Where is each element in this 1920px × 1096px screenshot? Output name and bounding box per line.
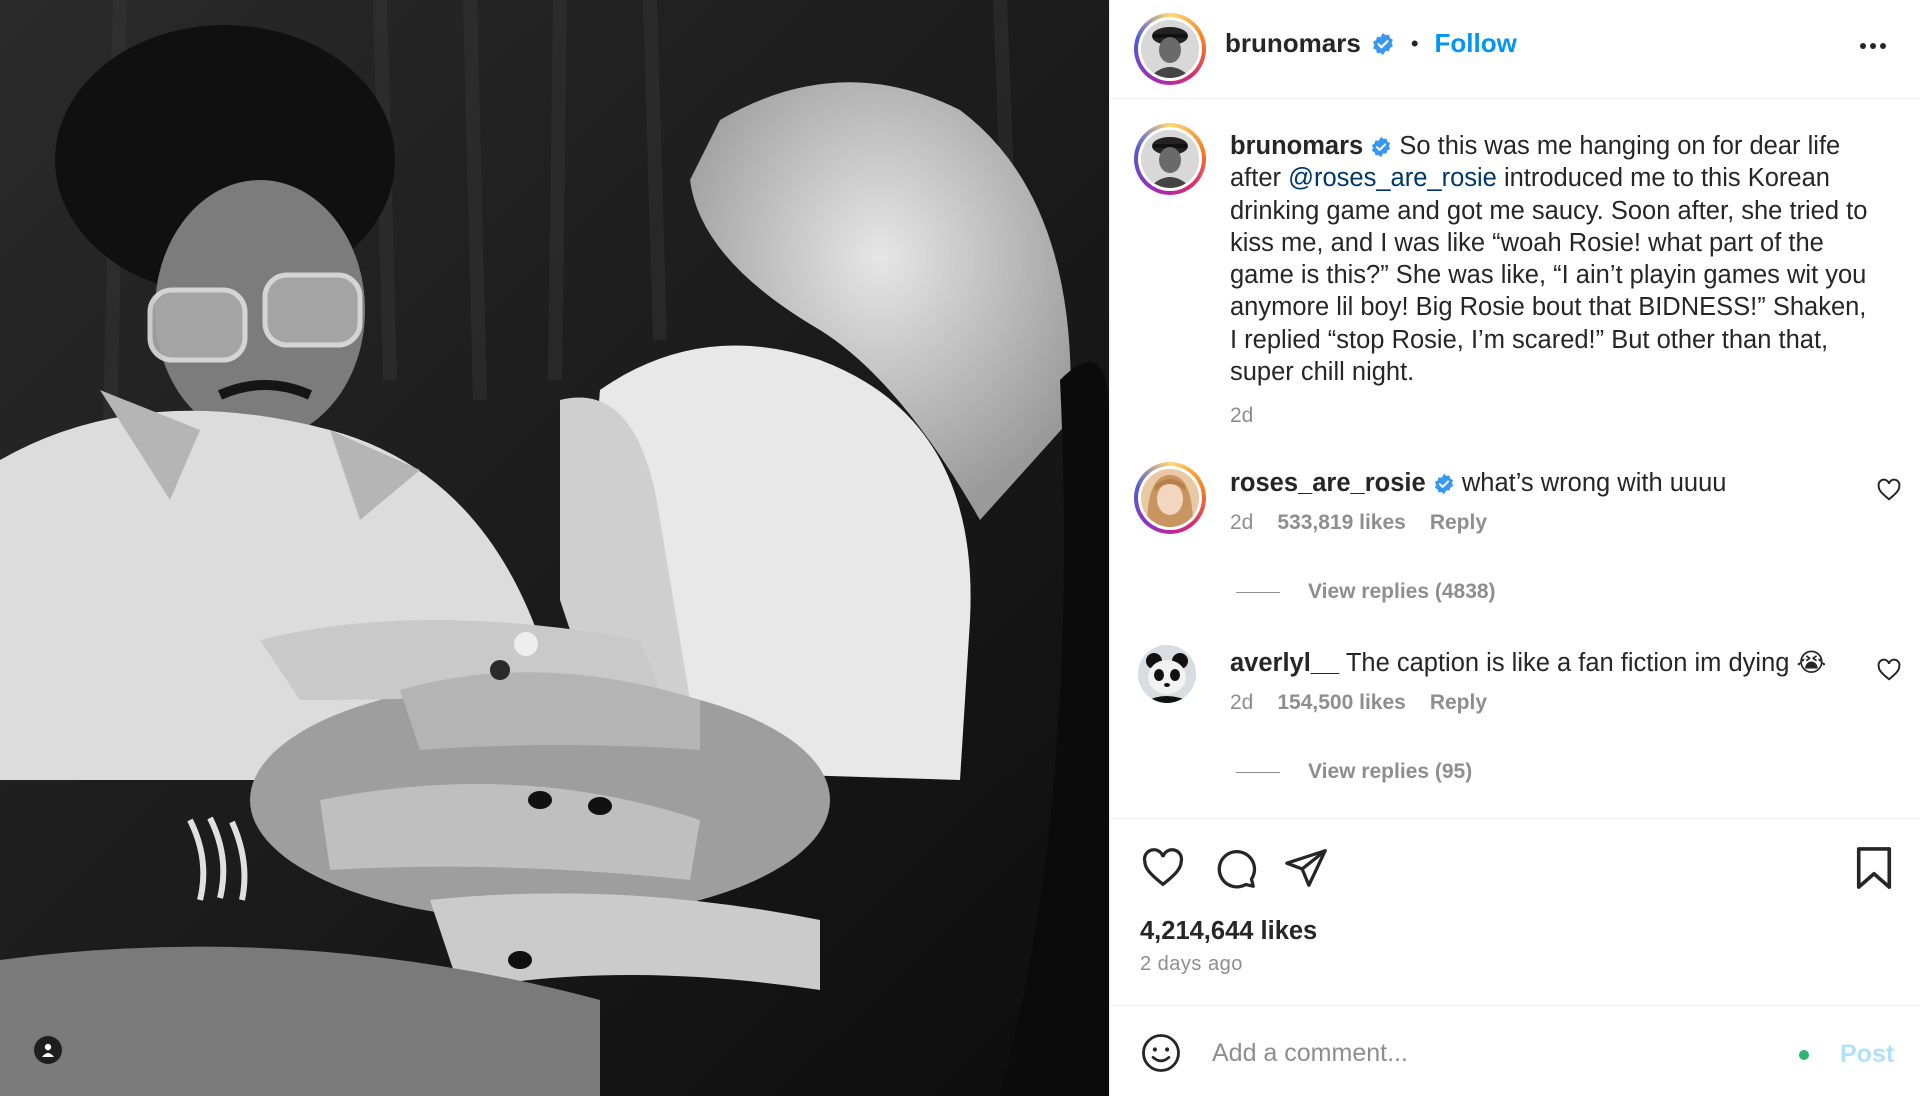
comment-meta: 2d 533,819 likes Reply bbox=[1230, 511, 1487, 535]
like-button[interactable] bbox=[1140, 845, 1186, 896]
more-options-button[interactable] bbox=[1857, 30, 1889, 67]
author-avatar[interactable] bbox=[1134, 13, 1206, 85]
comment-body: what’s wrong with uuuu bbox=[1461, 469, 1727, 497]
caption-mention-link[interactable]: @roses_are_rosie bbox=[1288, 164, 1497, 192]
comment-meta: 2d 154,500 likes Reply bbox=[1230, 691, 1487, 715]
view-replies-label: View replies (4838) bbox=[1308, 580, 1496, 603]
comment-username[interactable]: averlyl__ bbox=[1230, 649, 1339, 677]
user-tag-icon bbox=[42, 1043, 54, 1057]
comment-username[interactable]: roses_are_rosie bbox=[1230, 469, 1426, 497]
caption-avatar[interactable] bbox=[1134, 123, 1206, 195]
comment-button[interactable] bbox=[1212, 845, 1258, 896]
share-button[interactable] bbox=[1283, 845, 1329, 896]
caption-username[interactable]: brunomars bbox=[1230, 132, 1363, 160]
comment-body: The caption is like a fan fiction im dyi… bbox=[1345, 649, 1827, 677]
comment-likes[interactable]: 533,819 likes bbox=[1277, 511, 1405, 535]
post-photo[interactable] bbox=[0, 0, 1109, 1096]
comment-like-button[interactable] bbox=[1876, 657, 1902, 688]
comment-avatar[interactable] bbox=[1138, 645, 1196, 703]
post-actions: 4,214,644 likes 2 days ago bbox=[1110, 818, 1920, 1008]
view-replies-label: View replies (95) bbox=[1308, 760, 1473, 783]
replies-divider-line bbox=[1236, 771, 1280, 773]
header-user: brunomars • Follow bbox=[1225, 28, 1517, 59]
post-detail-panel: brunomars • Follow brunomars So this was… bbox=[1109, 0, 1920, 1096]
post-header: brunomars • Follow bbox=[1110, 0, 1920, 99]
caption-timestamp: 2d bbox=[1230, 404, 1254, 428]
heart-icon bbox=[1877, 478, 1901, 501]
replies-divider-line bbox=[1236, 591, 1280, 593]
comment-reply-button[interactable]: Reply bbox=[1430, 691, 1487, 715]
comment-likes[interactable]: 154,500 likes bbox=[1277, 691, 1405, 715]
bookmark-icon bbox=[1856, 847, 1892, 889]
comment-time: 2d bbox=[1230, 511, 1254, 534]
verified-badge-icon bbox=[1372, 137, 1391, 158]
more-options-icon bbox=[1860, 43, 1886, 49]
view-replies-button[interactable]: View replies (4838) bbox=[1236, 580, 1496, 604]
comment-like-button[interactable] bbox=[1876, 477, 1902, 508]
view-replies-button[interactable]: View replies (95) bbox=[1236, 760, 1472, 784]
follow-button[interactable]: Follow bbox=[1435, 28, 1517, 59]
comment-time: 2d bbox=[1230, 691, 1254, 714]
add-comment-bar: Post bbox=[1110, 1005, 1920, 1096]
post-like-count[interactable]: 4,214,644 likes bbox=[1140, 917, 1317, 946]
comment-avatar[interactable] bbox=[1134, 462, 1206, 534]
caption-body-end: introduced me to this Korean drinking ga… bbox=[1230, 164, 1868, 387]
heart-icon bbox=[1142, 848, 1184, 887]
post-comment-button[interactable]: Post bbox=[1840, 1040, 1894, 1069]
verified-badge-icon bbox=[1434, 474, 1453, 495]
author-username[interactable]: brunomars bbox=[1225, 28, 1361, 59]
emoji-icon bbox=[1142, 1034, 1180, 1072]
comment-reply-button[interactable]: Reply bbox=[1430, 511, 1487, 535]
comment-icon bbox=[1217, 849, 1257, 889]
comment-text: roses_are_rosie what’s wrong with uuuu bbox=[1230, 467, 1830, 499]
comment-input[interactable] bbox=[1210, 1032, 1774, 1074]
share-icon bbox=[1285, 849, 1327, 887]
comment-text: averlyl__ The caption is like a fan fict… bbox=[1230, 647, 1870, 679]
heart-icon bbox=[1877, 658, 1901, 681]
post-photo-image bbox=[0, 0, 1109, 1096]
status-dot bbox=[1799, 1050, 1809, 1060]
save-button[interactable] bbox=[1853, 845, 1895, 896]
header-separator: • bbox=[1410, 30, 1419, 56]
verified-badge-icon bbox=[1372, 32, 1393, 55]
caption-text: brunomars So this was me hanging on for … bbox=[1230, 130, 1880, 433]
user-tag-button[interactable] bbox=[34, 1036, 62, 1064]
post-timestamp: 2 days ago bbox=[1140, 953, 1243, 975]
emoji-button[interactable] bbox=[1140, 1032, 1182, 1079]
